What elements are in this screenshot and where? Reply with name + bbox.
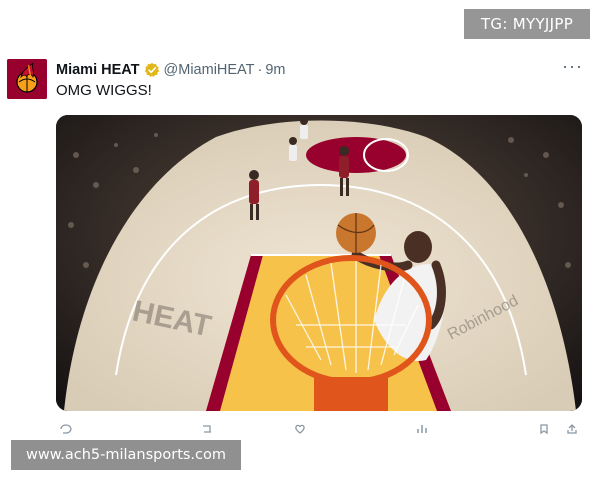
- heat-logo-icon: [7, 59, 47, 99]
- bookmark-icon[interactable]: [538, 424, 550, 434]
- reply-icon[interactable]: [60, 424, 72, 434]
- watermark-label-top: TG: MYYJJPP: [464, 9, 590, 39]
- tweet-text: OMG WIGGS!: [56, 82, 152, 99]
- tweet-action-bar: [56, 420, 582, 440]
- views-icon[interactable]: [416, 424, 428, 434]
- watermark-label-bottom: www.ach5-milansports.com: [11, 440, 241, 470]
- tweet-media-image[interactable]: HEAT Robinhood: [56, 115, 582, 411]
- timestamp[interactable]: 9m: [265, 62, 285, 78]
- retweet-icon[interactable]: [201, 424, 213, 434]
- display-name[interactable]: Miami HEAT: [56, 62, 140, 78]
- share-icon[interactable]: [566, 424, 578, 434]
- separator-dot: ·: [257, 62, 263, 78]
- basketball-dunk-photo: HEAT Robinhood: [56, 115, 582, 411]
- avatar[interactable]: [7, 59, 47, 99]
- verified-badge-icon: [144, 62, 159, 77]
- handle[interactable]: @MiamiHEAT: [164, 62, 255, 78]
- more-options-button[interactable]: ···: [562, 57, 582, 78]
- tweet-header: Miami HEAT @MiamiHEAT · 9m: [56, 61, 286, 79]
- like-icon[interactable]: [294, 424, 306, 434]
